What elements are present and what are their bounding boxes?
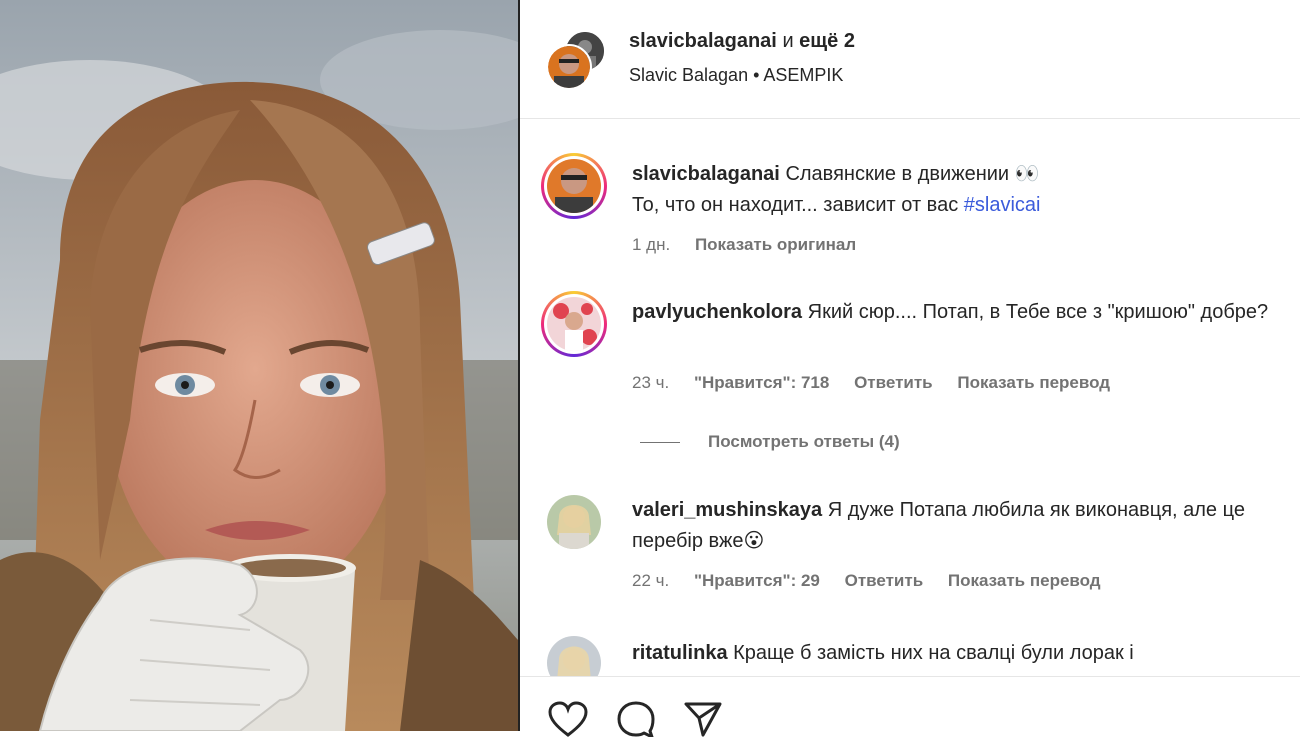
comment-text-line2: То, что он находит... зависит от вас — [632, 194, 964, 216]
comment-username[interactable]: valeri_mushinskaya — [632, 499, 822, 521]
replies-line — [640, 442, 680, 444]
comment-body: valeri_mushinskaya Я дуже Потапа любила … — [632, 495, 1292, 557]
comment-time[interactable]: 1 дн. — [632, 235, 670, 254]
hashtag-link[interactable]: #slavicai — [964, 194, 1041, 216]
reply-button[interactable]: Ответить — [854, 373, 933, 392]
avatar[interactable] — [547, 495, 601, 549]
show-original-button[interactable]: Показать оригинал — [695, 235, 856, 254]
show-translation-button[interactable]: Показать перевод — [957, 373, 1110, 392]
header-usernames[interactable]: slavicbalaganai и ещё 2 — [629, 30, 855, 53]
woman-drinking-coffee-image — [0, 0, 518, 731]
comment-icon[interactable] — [616, 701, 656, 742]
post-side-panel: slavicbalaganai и ещё 2 Slavic Balagan •… — [520, 0, 1300, 739]
comment-meta: 23 ч. "Нравится": 718 Ответить Показать … — [632, 373, 1130, 393]
header-username[interactable]: slavicbalaganai — [629, 30, 777, 52]
comment-meta: 1 дн. Показать оригинал — [632, 235, 876, 255]
avatar[interactable] — [547, 636, 601, 676]
post-photo[interactable] — [0, 0, 518, 731]
comment-username[interactable]: pavlyuchenkolora — [632, 301, 802, 323]
comment-body: ritatulinka Краще б замість них на свалц… — [632, 638, 1292, 669]
action-bar — [520, 676, 1300, 739]
avatar — [547, 159, 601, 213]
collab-avatars[interactable] — [546, 28, 606, 90]
reply-button[interactable]: Ответить — [845, 571, 924, 590]
post-header: slavicbalaganai и ещё 2 Slavic Balagan •… — [520, 0, 1300, 119]
comment-text: Славянские в движении 👀 — [785, 163, 1040, 185]
comment-text: Який сюр.... Потап, в Тебе все з "кришою… — [807, 301, 1269, 323]
comment-time[interactable]: 23 ч. — [632, 373, 669, 392]
heart-icon[interactable] — [548, 701, 588, 742]
comment-username[interactable]: slavicbalaganai — [632, 163, 780, 185]
header-subtitle[interactable]: Slavic Balagan • ASEMPIK — [629, 65, 843, 86]
comment-time[interactable]: 22 ч. — [632, 571, 669, 590]
show-translation-button[interactable]: Показать перевод — [948, 571, 1101, 590]
avatar — [547, 297, 601, 351]
comment-username[interactable]: ritatulinka — [632, 642, 728, 664]
comment-meta: 22 ч. "Нравится": 29 Ответить Показать п… — [632, 571, 1121, 591]
caption-text: slavicbalaganai Славянские в движении 👀 … — [632, 159, 1292, 221]
send-icon[interactable] — [683, 701, 723, 742]
view-replies-label: Посмотреть ответы (4) — [708, 432, 900, 451]
header-and: и — [782, 30, 794, 52]
likes-count[interactable]: "Нравится": 718 — [694, 373, 829, 392]
story-ring[interactable] — [541, 153, 607, 219]
comment-body: pavlyuchenkolora Який сюр.... Потап, в Т… — [632, 297, 1292, 328]
comment-text: Краще б замість них на свалці були лорак… — [733, 642, 1134, 664]
likes-count[interactable]: "Нравится": 29 — [694, 571, 820, 590]
header-others[interactable]: ещё 2 — [799, 30, 855, 52]
comments-list[interactable]: slavicbalaganai Славянские в движении 👀 … — [520, 118, 1300, 676]
avatar-main — [546, 44, 592, 90]
view-replies-button[interactable]: Посмотреть ответы (4) — [640, 432, 900, 452]
story-ring[interactable] — [541, 291, 607, 357]
